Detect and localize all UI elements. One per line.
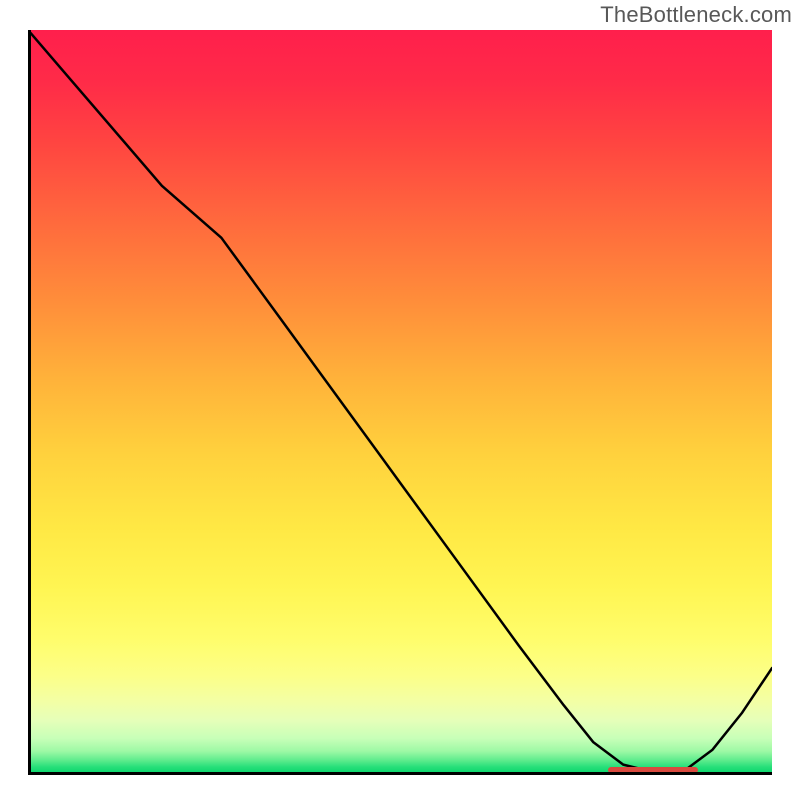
y-axis-line <box>28 30 31 775</box>
x-axis-line <box>28 772 772 775</box>
watermark-text: TheBottleneck.com <box>600 2 792 28</box>
plot-area <box>28 30 772 772</box>
gradient-background <box>28 30 772 772</box>
chart-container: TheBottleneck.com <box>0 0 800 800</box>
